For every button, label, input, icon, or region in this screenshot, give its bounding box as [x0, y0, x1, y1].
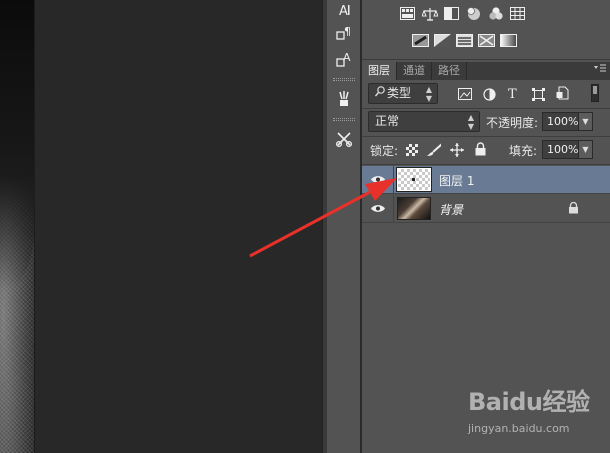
panel-icon-strip: A ¶ A [327, 0, 361, 453]
tab-paths[interactable]: 路径 [432, 62, 467, 80]
layer-content-dot [412, 178, 415, 181]
opacity-input[interactable]: 100% [542, 112, 579, 131]
tab-channels[interactable]: 通道 [397, 62, 432, 80]
brightness-contrast-icon[interactable] [399, 6, 416, 21]
lock-icon [568, 201, 580, 214]
visibility-toggle[interactable] [362, 195, 394, 222]
lock-row: 锁定: 填充: 100% ▼ [362, 137, 610, 164]
curves-icon[interactable] [443, 6, 460, 21]
vibrance-icon[interactable] [487, 6, 504, 21]
dropdown-arrows-icon: ▲ ▼ [467, 113, 474, 131]
filter-type-dropdown[interactable]: 类型 ▲ ▼ [368, 83, 438, 104]
panel-menu-icon[interactable] [594, 64, 606, 76]
fabric-shadow [0, 0, 34, 290]
opacity-dropdown-icon[interactable]: ▼ [579, 112, 593, 131]
watermark-url: jingyan.baidu.com [468, 422, 570, 435]
blend-mode-value: 正常 [375, 114, 400, 128]
tool-presets-icon[interactable] [332, 128, 356, 150]
gradient-map-icon[interactable] [500, 33, 517, 48]
layer-row[interactable]: 背景 [362, 195, 610, 223]
svg-text:T: T [508, 87, 517, 100]
character-style-icon[interactable]: A [332, 48, 356, 70]
paragraph-style-icon[interactable]: ¶ [332, 22, 356, 44]
fill-dropdown-icon[interactable]: ▼ [579, 140, 593, 159]
character-icon[interactable]: A [332, 0, 356, 22]
layer-thumbnail[interactable] [396, 167, 432, 192]
layer-row[interactable]: 图层 1 [362, 166, 610, 194]
exposure-icon[interactable] [465, 6, 482, 21]
blend-row: 正常 ▲ ▼ 不透明度: 100% ▼ [362, 109, 610, 136]
filter-smart-object-icon[interactable] [555, 86, 569, 100]
adjustments-panel [362, 0, 610, 60]
panel-grip[interactable] [333, 78, 355, 81]
blend-mode-dropdown[interactable]: 正常 ▲ ▼ [368, 111, 480, 132]
filter-adjustment-icon[interactable] [482, 87, 496, 101]
threshold-icon[interactable] [456, 33, 473, 48]
document-canvas[interactable] [0, 0, 322, 453]
filter-pixel-icon[interactable] [458, 87, 472, 101]
document-edge [34, 0, 35, 453]
fill-label: 填充: [509, 144, 538, 158]
watermark: Baidu经验 jingyan.baidu.com [468, 382, 608, 442]
eye-icon [370, 173, 385, 187]
eye-icon [370, 202, 385, 216]
svg-text:A: A [343, 51, 351, 64]
levels-icon[interactable] [421, 6, 438, 21]
svg-text:A: A [339, 4, 348, 19]
dropdown-arrows-icon: ▲ ▼ [425, 85, 432, 103]
layer-name[interactable]: 图层 1 [439, 172, 474, 189]
brush-presets-icon[interactable] [332, 88, 356, 110]
invert-icon[interactable] [412, 33, 429, 48]
filter-row: 类型 ▲ ▼ T [362, 80, 610, 108]
panel-grip[interactable] [333, 118, 355, 121]
opacity-label: 不透明度: [486, 116, 539, 130]
separator [362, 164, 610, 165]
selective-color-icon[interactable] [478, 33, 495, 48]
search-icon [374, 84, 387, 103]
svg-text:¶: ¶ [344, 25, 351, 38]
layer-name[interactable]: 背景 [439, 201, 463, 218]
lock-position-icon[interactable] [450, 143, 464, 157]
filter-type-label: 类型 [387, 86, 412, 100]
lock-label: 锁定: [370, 144, 399, 158]
filter-type-icon[interactable]: T [506, 86, 520, 100]
filter-shape-icon[interactable] [531, 87, 545, 101]
posterize-icon[interactable] [434, 33, 451, 48]
lock-all-icon[interactable] [473, 142, 487, 156]
tab-layers[interactable]: 图层 [362, 62, 397, 80]
visibility-toggle[interactable] [362, 166, 394, 193]
lock-transparent-pixels-icon[interactable] [405, 143, 419, 157]
lock-image-pixels-icon[interactable] [427, 143, 441, 157]
layers-panel-tabs: 图层 通道 路径 [362, 62, 610, 80]
fill-input[interactable]: 100% [542, 140, 579, 159]
hue-saturation-icon[interactable] [509, 6, 526, 21]
layer-thumbnail[interactable] [397, 197, 431, 220]
filter-toggle[interactable] [591, 84, 599, 102]
watermark-logo: Baidu经验 [468, 388, 590, 416]
